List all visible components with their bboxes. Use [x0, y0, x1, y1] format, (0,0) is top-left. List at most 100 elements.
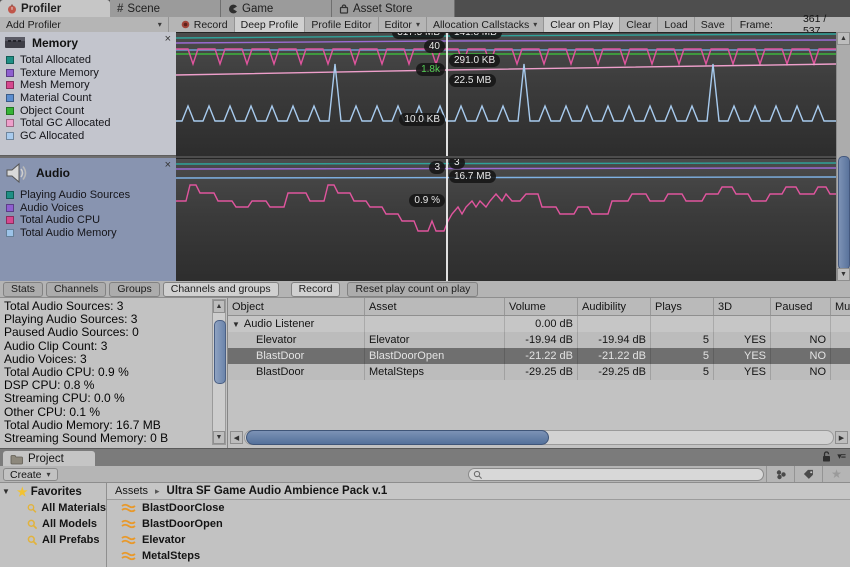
load-button[interactable]: Load — [658, 17, 695, 32]
vertical-scrollbar-thumb[interactable] — [838, 156, 850, 270]
cell-volume: 0.00 dB — [505, 316, 578, 332]
record-toggle[interactable]: Record — [175, 17, 235, 32]
scroll-right-button[interactable]: ▶ — [835, 431, 848, 444]
cell-muted — [831, 316, 850, 332]
record-toggle-button[interactable]: Record — [290, 281, 341, 297]
collapse-arrow-icon[interactable]: ▼ — [232, 320, 240, 329]
column-audibility[interactable]: Audibility — [578, 298, 651, 315]
column-plays[interactable]: Plays — [651, 298, 714, 315]
series-texture-memory — [176, 39, 836, 44]
column-asset[interactable]: Asset — [365, 298, 505, 315]
editor-dropdown[interactable]: Editor ▾ — [379, 17, 427, 32]
cell-muted — [831, 332, 850, 348]
tab-stats[interactable]: Stats — [3, 281, 43, 297]
memory-chip-icon — [5, 37, 25, 48]
search-input[interactable] — [483, 468, 747, 481]
save-button[interactable]: Save — [695, 17, 732, 32]
horizontal-scrollbar-thumb[interactable] — [246, 430, 549, 445]
profile-editor-toggle[interactable]: Profile Editor — [305, 17, 379, 32]
stats-vertical-scrollbar[interactable]: ▲ ▼ — [212, 299, 226, 445]
scroll-down-button[interactable]: ▼ — [837, 268, 850, 281]
tab-groups[interactable]: Groups — [109, 281, 160, 297]
list-item-blastdooropen[interactable]: BlastDoorOpen — [107, 516, 850, 532]
list-item-elevator[interactable]: Elevator — [107, 532, 850, 548]
audio-clip-icon — [121, 519, 136, 529]
value-pill: 10.0 KB — [399, 113, 445, 126]
reset-play-count-button[interactable]: Reset play count on play — [347, 281, 479, 297]
vertical-scrollbar-thumb[interactable] — [214, 320, 226, 384]
close-icon[interactable]: × — [165, 159, 171, 171]
stat-line: Audio Clip Count: 3 — [4, 338, 108, 353]
series-swatch — [6, 119, 14, 128]
tab-project[interactable]: Project — [3, 451, 95, 467]
table-row[interactable]: Elevator Elevator -19.94 dB -19.94 dB 5 … — [228, 332, 850, 348]
tab-game[interactable]: Game — [221, 0, 332, 17]
scroll-left-button[interactable]: ◀ — [230, 431, 243, 444]
favorite-all-models[interactable]: All Models — [0, 516, 106, 532]
column-muted[interactable]: Muted — [831, 298, 850, 315]
allocation-callstacks-dropdown[interactable]: Allocation Callstacks ▾ — [427, 17, 545, 32]
collapse-arrow-icon[interactable]: ▼ — [2, 487, 10, 496]
memory-chart[interactable]: 317.5 MB 141.8 MB 40 291.0 KB 1.8k 22.5 … — [176, 32, 836, 156]
series-swatch — [6, 81, 14, 90]
scroll-down-button[interactable]: ▼ — [213, 431, 225, 444]
favorites-header[interactable]: ▼ ★ Favorites — [0, 483, 106, 500]
value-pill: 317.5 MB — [392, 33, 445, 39]
audio-clip-icon — [121, 551, 136, 561]
project-search-field[interactable] — [468, 468, 764, 481]
search-by-label-button[interactable] — [794, 466, 822, 482]
charts-vertical-scrollbar[interactable]: ▲ ▼ — [836, 32, 850, 281]
profiler-charts: 317.5 MB 141.8 MB 40 291.0 KB 1.8k 22.5 … — [176, 32, 836, 282]
legend-label: Material Count — [20, 92, 92, 105]
cell-asset — [365, 316, 505, 332]
legend-label: GC Allocated — [20, 129, 85, 142]
add-profiler-dropdown[interactable]: Add Profiler ▾ — [0, 17, 169, 32]
cell-plays: 5 — [651, 364, 714, 380]
breadcrumb-current-folder[interactable]: Ultra SF Game Audio Ambience Pack v.1 — [167, 485, 388, 497]
legend-label: Audio Voices — [20, 201, 84, 214]
save-search-button[interactable]: ★ — [822, 466, 850, 482]
list-item-blastdoorclose[interactable]: BlastDoorClose — [107, 500, 850, 516]
legend-item: Audio Voices — [6, 202, 176, 215]
star-icon: ★ — [16, 484, 28, 499]
clear-button[interactable]: Clear — [620, 17, 659, 32]
cell-plays: 5 — [651, 348, 714, 364]
favorite-all-prefabs[interactable]: All Prefabs — [0, 532, 106, 548]
tab-profiler[interactable]: Profiler — [0, 0, 110, 17]
table-row[interactable]: BlastDoor MetalSteps -29.25 dB -29.25 dB… — [228, 364, 850, 380]
tab-scene[interactable]: # Scene — [110, 0, 221, 17]
frame-playhead[interactable] — [446, 159, 448, 282]
column-object[interactable]: Object — [228, 298, 365, 315]
search-by-type-button[interactable] — [766, 466, 794, 482]
table-row[interactable]: ▼ Audio Listener 0.00 dB — [228, 316, 850, 332]
cell-volume: -29.25 dB — [505, 364, 578, 380]
create-dropdown[interactable]: Create ▾ — [3, 468, 58, 481]
list-item-metalsteps[interactable]: MetalSteps — [107, 548, 850, 564]
deep-profile-toggle[interactable]: Deep Profile — [234, 17, 306, 32]
tab-channels-and-groups[interactable]: Channels and groups — [162, 281, 279, 297]
column-3d[interactable]: 3D — [714, 298, 771, 315]
tab-asset-store[interactable]: Asset Store — [332, 0, 455, 17]
breadcrumb: Assets ▸ Ultra SF Game Audio Ambience Pa… — [107, 483, 850, 500]
panel-menu-icon[interactable]: ▾≡ — [837, 451, 846, 462]
lock-icon[interactable] — [822, 451, 831, 462]
close-icon[interactable]: × — [165, 33, 171, 45]
tab-channels[interactable]: Channels — [45, 281, 107, 297]
column-volume[interactable]: Volume — [505, 298, 578, 315]
favorite-all-materials[interactable]: All Materials — [0, 500, 106, 516]
clear-label: Clear — [626, 18, 652, 31]
scroll-up-button[interactable]: ▲ — [837, 32, 850, 45]
audio-module-panel[interactable]: Audio × Playing Audio Sources Audio Voic… — [0, 158, 176, 282]
memory-module-panel[interactable]: Memory × Total Allocated Texture Memory … — [0, 32, 176, 156]
table-row-selected[interactable]: BlastDoor BlastDoorOpen -21.22 dB -21.22… — [228, 348, 850, 364]
audio-clip-icon — [121, 535, 136, 545]
cell-3d: YES — [714, 364, 771, 380]
table-horizontal-scrollbar[interactable]: ◀ ▶ — [230, 430, 848, 445]
frame-playhead[interactable] — [446, 33, 448, 156]
breadcrumb-root[interactable]: Assets — [115, 485, 148, 497]
scroll-up-button[interactable]: ▲ — [213, 300, 225, 313]
audio-chart[interactable]: 3 3 16.7 MB 0.9 % — [176, 158, 836, 282]
value-pill: 3 — [429, 161, 445, 174]
clear-on-play-toggle[interactable]: Clear on Play — [544, 17, 621, 32]
column-paused[interactable]: Paused — [771, 298, 831, 315]
